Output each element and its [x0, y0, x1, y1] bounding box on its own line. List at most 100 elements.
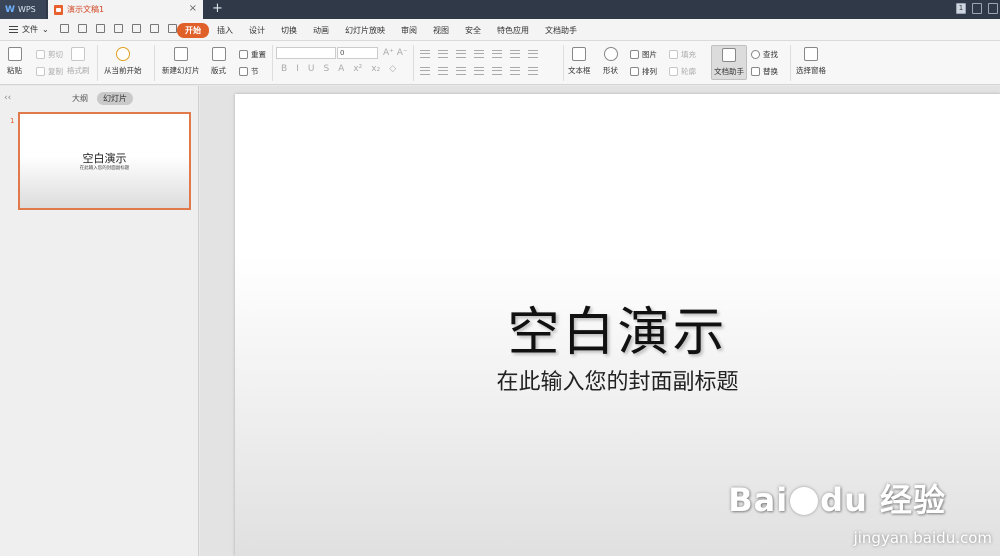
- font-grow-button[interactable]: A⁺ A⁻: [383, 48, 408, 58]
- paragraph-row-bottom: [420, 67, 538, 75]
- settings-icon[interactable]: [972, 3, 982, 14]
- fill-button[interactable]: 填充: [669, 49, 696, 60]
- underline-button[interactable]: U: [308, 64, 315, 74]
- play-from-current-label: 从当前开始: [104, 66, 142, 75]
- slide-thumbnail[interactable]: 空白演示 在此输入您的封面副标题: [18, 112, 191, 210]
- find-button[interactable]: 查找: [751, 49, 778, 60]
- window-count-badge[interactable]: 1: [956, 3, 966, 14]
- increase-indent-icon[interactable]: [474, 50, 484, 58]
- watermark-url: jingyan.baidu.com: [853, 529, 992, 547]
- cut-button[interactable]: 剪切: [36, 49, 63, 60]
- format-painter-label: 格式刷: [67, 66, 90, 75]
- section-icon: [239, 67, 248, 76]
- title-bar: W WPS 演示文稿1 × + 1: [0, 0, 1000, 19]
- textbox-button[interactable]: 文本框: [568, 47, 591, 76]
- font-color-button[interactable]: A: [338, 64, 344, 74]
- tab-security[interactable]: 安全: [457, 23, 489, 38]
- paste-icon: [7, 47, 22, 61]
- collapse-panel-icon[interactable]: ‹‹: [4, 93, 11, 103]
- tab-insert[interactable]: 插入: [209, 23, 241, 38]
- doc-assistant-button[interactable]: 文档助手: [711, 45, 747, 80]
- new-slide-button[interactable]: 新建幻灯片: [162, 47, 200, 76]
- format-painter-button[interactable]: 格式刷: [67, 47, 90, 76]
- shapes-button[interactable]: 形状: [603, 47, 618, 76]
- superscript-icon[interactable]: x²: [353, 64, 362, 74]
- replace-button[interactable]: 替换: [751, 66, 778, 77]
- tab-special-apps[interactable]: 特色应用: [489, 23, 537, 38]
- subscript-icon[interactable]: x₂: [371, 64, 380, 74]
- new-tab-button[interactable]: +: [212, 1, 223, 16]
- columns-icon[interactable]: [528, 50, 538, 58]
- section-button[interactable]: 节: [239, 66, 259, 77]
- strikethrough-button[interactable]: S: [323, 64, 329, 74]
- customize-toolbar-icon[interactable]: [168, 24, 177, 33]
- picture-label: 图片: [642, 50, 657, 59]
- vertical-align-icon[interactable]: [510, 67, 520, 75]
- restore-window-icon[interactable]: [988, 3, 998, 14]
- document-tab[interactable]: 演示文稿1 ×: [48, 0, 203, 19]
- selection-pane-button[interactable]: 选择窗格: [796, 47, 826, 76]
- tab-review[interactable]: 审阅: [393, 23, 425, 38]
- separator: [790, 45, 791, 81]
- tab-slides[interactable]: 幻灯片: [97, 92, 133, 105]
- selection-pane-icon: [804, 47, 818, 61]
- arrange-button[interactable]: 排列: [630, 66, 657, 77]
- tab-slideshow[interactable]: 幻灯片放映: [337, 23, 393, 38]
- decrease-indent-icon[interactable]: [456, 50, 466, 58]
- slide-number: 1: [10, 117, 15, 125]
- tab-outline[interactable]: 大纲: [72, 93, 88, 104]
- layout-label: 版式: [211, 66, 226, 75]
- ribbon-toolbar: 粘贴 剪切 复制 格式刷 从当前开始 新建幻灯片 版式 重置 节 0 A⁺ A⁻…: [0, 41, 1000, 85]
- window-controls: 1: [956, 3, 998, 14]
- align-center-icon[interactable]: [438, 67, 448, 75]
- slide-title[interactable]: 空白演示: [235, 290, 1000, 365]
- export-pdf-icon[interactable]: [78, 24, 87, 33]
- tab-design[interactable]: 设计: [241, 23, 273, 38]
- outline-button[interactable]: 轮廓: [669, 66, 696, 77]
- print-icon[interactable]: [96, 24, 105, 33]
- layout-button[interactable]: 版式: [211, 47, 226, 76]
- numbered-list-icon[interactable]: [438, 50, 448, 58]
- quick-access-toolbar: [60, 24, 177, 33]
- redo-icon[interactable]: [150, 24, 159, 33]
- close-tab-icon[interactable]: ×: [189, 3, 197, 14]
- textbox-label: 文本框: [568, 66, 591, 75]
- clear-format-icon[interactable]: ◇: [389, 64, 396, 74]
- tab-doc-assistant[interactable]: 文档助手: [537, 23, 585, 38]
- line-spacing-icon[interactable]: [510, 50, 520, 58]
- file-menu[interactable]: 文件 ⌄: [9, 24, 49, 35]
- align-left-icon[interactable]: [420, 67, 430, 75]
- copy-button[interactable]: 复制: [36, 66, 63, 77]
- paste-button[interactable]: 粘贴: [7, 47, 22, 76]
- font-name-select[interactable]: [276, 47, 336, 59]
- tab-home[interactable]: 开始: [177, 23, 209, 38]
- tab-view[interactable]: 视图: [425, 23, 457, 38]
- bold-button[interactable]: B: [281, 64, 287, 74]
- chevron-down-icon: ⌄: [42, 25, 49, 34]
- file-menu-label: 文件: [22, 25, 38, 34]
- print-preview-icon[interactable]: [114, 24, 123, 33]
- menu-bar: 文件 ⌄ 开始 插入 设计 切换 动画 幻灯片放映 审阅 视图 安全 特色应用 …: [0, 19, 1000, 41]
- watermark-brand: Bai: [728, 481, 789, 519]
- italic-button[interactable]: I: [296, 64, 299, 74]
- copy-icon: [36, 67, 45, 76]
- undo-icon[interactable]: [132, 24, 141, 33]
- slide-subtitle[interactable]: 在此输入您的封面副标题: [235, 364, 1000, 396]
- save-icon[interactable]: [60, 24, 69, 33]
- reset-label: 重置: [251, 50, 266, 59]
- wps-home-tab[interactable]: W WPS: [0, 0, 46, 19]
- picture-button[interactable]: 图片: [630, 49, 657, 60]
- thumbnail-subtitle: 在此输入您的封面副标题: [79, 166, 130, 171]
- font-size-select[interactable]: 0: [337, 47, 378, 59]
- play-from-current-button[interactable]: 从当前开始: [104, 47, 142, 76]
- align-right-icon[interactable]: [456, 67, 466, 75]
- justify-icon[interactable]: [474, 67, 484, 75]
- distributed-icon[interactable]: [492, 67, 502, 75]
- copy-label: 复制: [48, 67, 63, 76]
- text-fit-icon[interactable]: [528, 67, 538, 75]
- text-direction-icon[interactable]: [492, 50, 502, 58]
- reset-button[interactable]: 重置: [239, 49, 266, 60]
- bullet-list-icon[interactable]: [420, 50, 430, 58]
- tab-animations[interactable]: 动画: [305, 23, 337, 38]
- tab-transitions[interactable]: 切换: [273, 23, 305, 38]
